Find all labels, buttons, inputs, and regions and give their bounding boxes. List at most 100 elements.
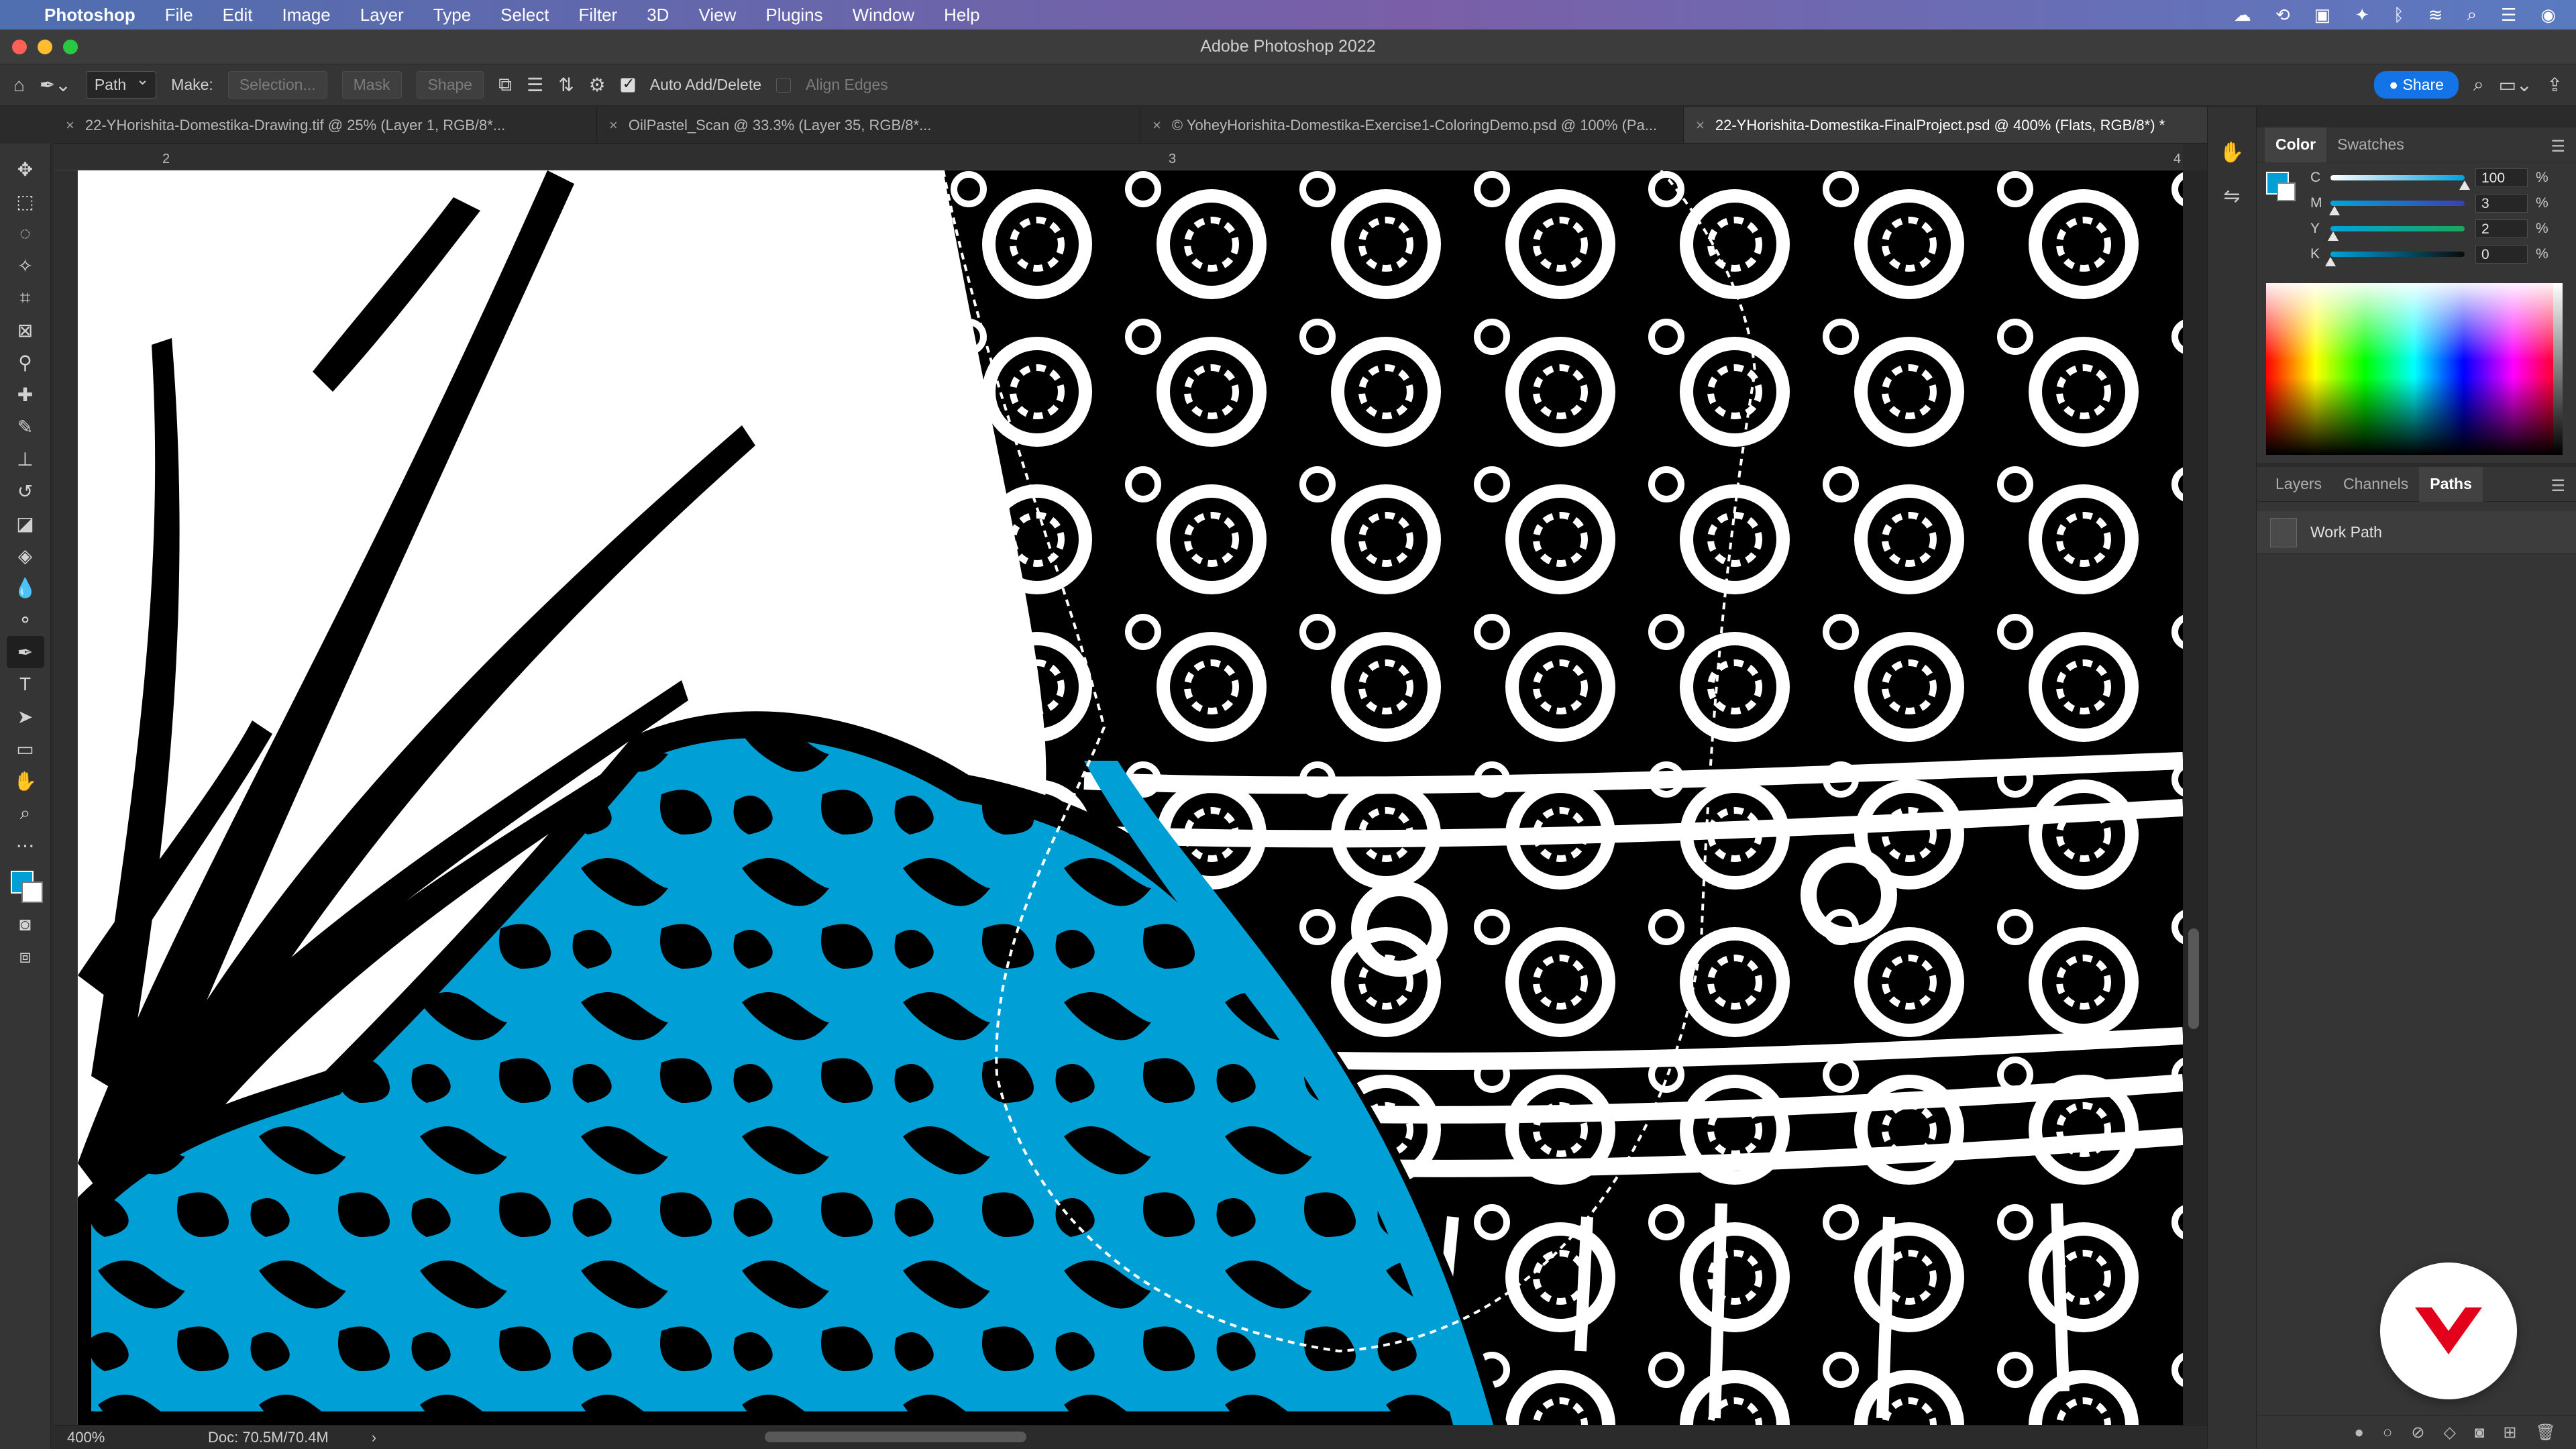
tab-oilpastel-scan[interactable]: × OilPastel_Scan @ 33.3% (Layer 35, RGB/8… [597,107,1140,143]
path-arrangement-icon[interactable]: ⇅ [558,74,574,96]
make-mask-button[interactable]: Mask [341,71,402,99]
zoom-tool-icon[interactable]: ⌕ [7,797,44,829]
wifi-icon[interactable]: ≋ [2428,5,2443,25]
add-mask-icon[interactable]: ◙ [2475,1424,2485,1442]
dodge-tool-icon[interactable]: ⚬ [7,604,44,636]
tab-final-project[interactable]: × 22-YHorishita-Domestika-FinalProject.ps… [1684,107,2227,143]
magenta-value[interactable]: 3 [2475,194,2528,213]
background-color-swatch[interactable] [21,881,43,903]
bluetooth-icon[interactable]: ᛒ [2394,5,2404,25]
slider-knob[interactable] [2328,231,2339,241]
eraser-tool-icon[interactable]: ◪ [7,507,44,539]
properties-icon[interactable]: ⇋ [2223,184,2240,208]
hand-tool-icon[interactable]: ✋ [7,765,44,797]
tab-drawing-tif[interactable]: × 22-YHorishita-Domestika-Drawing.tif @ 2… [54,107,597,143]
quick-mask-icon[interactable]: ◙ [7,908,44,941]
menu-select[interactable]: Select [500,5,549,25]
menu-plugins[interactable]: Plugins [765,5,822,25]
menu-filter[interactable]: Filter [578,5,617,25]
yellow-value[interactable]: 2 [2475,219,2528,238]
siri-icon[interactable]: ◉ [2540,5,2556,25]
close-window-button[interactable] [12,40,27,54]
control-center-icon[interactable]: ☰ [2501,5,2516,25]
make-work-path-icon[interactable]: ◇ [2443,1423,2455,1442]
panel-menu-icon[interactable]: ☰ [2551,137,2565,156]
tab-swatches[interactable]: Swatches [2326,127,2415,162]
panel-menu-icon[interactable]: ☰ [2551,476,2565,496]
blur-tool-icon[interactable]: 💧 [7,572,44,604]
slider-knob[interactable] [2325,257,2336,266]
clone-stamp-tool-icon[interactable]: ⊥ [7,443,44,475]
close-tab-icon[interactable]: × [1696,117,1705,134]
document-canvas[interactable] [78,170,2183,1425]
path-operations-icon[interactable]: ⧉ [498,74,512,96]
magenta-slider[interactable] [2329,201,2465,215]
delete-path-icon[interactable]: 🗑 [2536,1423,2556,1442]
status-menu-arrow[interactable]: › [372,1429,376,1446]
align-edges-checkbox[interactable] [776,77,791,93]
close-tab-icon[interactable]: × [1152,117,1161,134]
horizontal-scrollbar-thumb[interactable] [765,1432,1026,1442]
background-color-swatch[interactable] [2277,182,2296,201]
slider-knob[interactable] [2329,206,2340,215]
minimize-window-button[interactable] [38,40,52,54]
path-row-work-path[interactable]: Work Path [2257,511,2576,554]
creative-cloud-icon[interactable]: ☁ [2234,5,2251,25]
cyan-value[interactable]: 100 [2475,168,2528,187]
color-spectrum[interactable] [2266,283,2563,455]
frame-tool-icon[interactable]: ⊠ [7,314,44,346]
menu-edit[interactable]: Edit [223,5,253,25]
search-icon[interactable]: ⌕ [2467,4,2477,25]
type-tool-icon[interactable]: T [7,668,44,700]
zoom-level[interactable]: 400% [54,1429,161,1446]
make-selection-button[interactable]: Selection... [227,71,327,99]
menu-layer[interactable]: Layer [360,5,404,25]
make-shape-button[interactable]: Shape [416,71,484,99]
crop-tool-icon[interactable]: ⌗ [7,282,44,314]
paint-bucket-tool-icon[interactable]: ◈ [7,539,44,572]
tab-layers[interactable]: Layers [2265,467,2332,502]
black-value[interactable]: 0 [2475,245,2528,264]
magic-wand-tool-icon[interactable]: ✧ [7,250,44,282]
screen-share-icon[interactable]: ▣ [2314,5,2331,25]
path-alignment-icon[interactable]: ☰ [527,74,543,96]
new-path-icon[interactable]: ⊞ [2503,1423,2516,1442]
eyedropper-tool-icon[interactable]: ⚲ [7,346,44,378]
path-selection-tool-icon[interactable]: ➤ [7,700,44,733]
menu-file[interactable]: File [165,5,193,25]
workspace-icon[interactable]: ▭⌄ [2499,74,2532,96]
screen-mode-icon[interactable]: ⧈ [7,941,44,973]
rectangle-tool-icon[interactable]: ▭ [7,733,44,765]
stroke-path-icon[interactable]: ○ [2383,1424,2393,1442]
extension-icon[interactable]: ✦ [2355,5,2369,25]
move-tool-icon[interactable]: ✥ [7,153,44,185]
tab-coloring-demo[interactable]: × © YoheyHorishita-Domestika-Exercise1-Co… [1140,107,1684,143]
menu-image[interactable]: Image [282,5,330,25]
cc-sync-icon[interactable]: ⟲ [2275,5,2290,25]
search-panel-icon[interactable]: ⌕ [2473,74,2484,96]
yellow-slider[interactable] [2328,226,2465,241]
menu-app-name[interactable]: Photoshop [44,5,136,25]
home-icon[interactable]: ⌂ [13,74,25,96]
marquee-tool-icon[interactable]: ⬚ [7,185,44,217]
menu-help[interactable]: Help [944,5,979,25]
more-tools-icon[interactable]: ⋯ [7,829,44,861]
close-tab-icon[interactable]: × [66,117,74,134]
doc-size[interactable]: Doc: 70.5M/70.4M [208,1429,329,1446]
auto-add-delete-checkbox[interactable] [620,75,635,93]
pen-tool-preset-icon[interactable]: ✒⌄ [40,74,71,96]
zoom-window-button[interactable] [63,40,78,54]
brush-tool-icon[interactable]: ✎ [7,411,44,443]
color-panel-swatches[interactable] [2266,172,2296,201]
history-brush-tool-icon[interactable]: ↺ [7,475,44,507]
tab-channels[interactable]: Channels [2332,467,2419,502]
color-swatches[interactable] [7,868,44,908]
scrollbar-thumb[interactable] [2188,928,2199,1029]
load-selection-icon[interactable]: ⊘ [2411,1423,2424,1442]
pen-mode-select[interactable]: Path [85,70,157,99]
brush-settings-icon[interactable]: ✋ [2219,141,2244,164]
fill-path-icon[interactable]: ● [2354,1424,2364,1442]
menu-type[interactable]: Type [433,5,471,25]
menu-window[interactable]: Window [853,5,914,25]
slider-knob[interactable] [2459,180,2470,190]
